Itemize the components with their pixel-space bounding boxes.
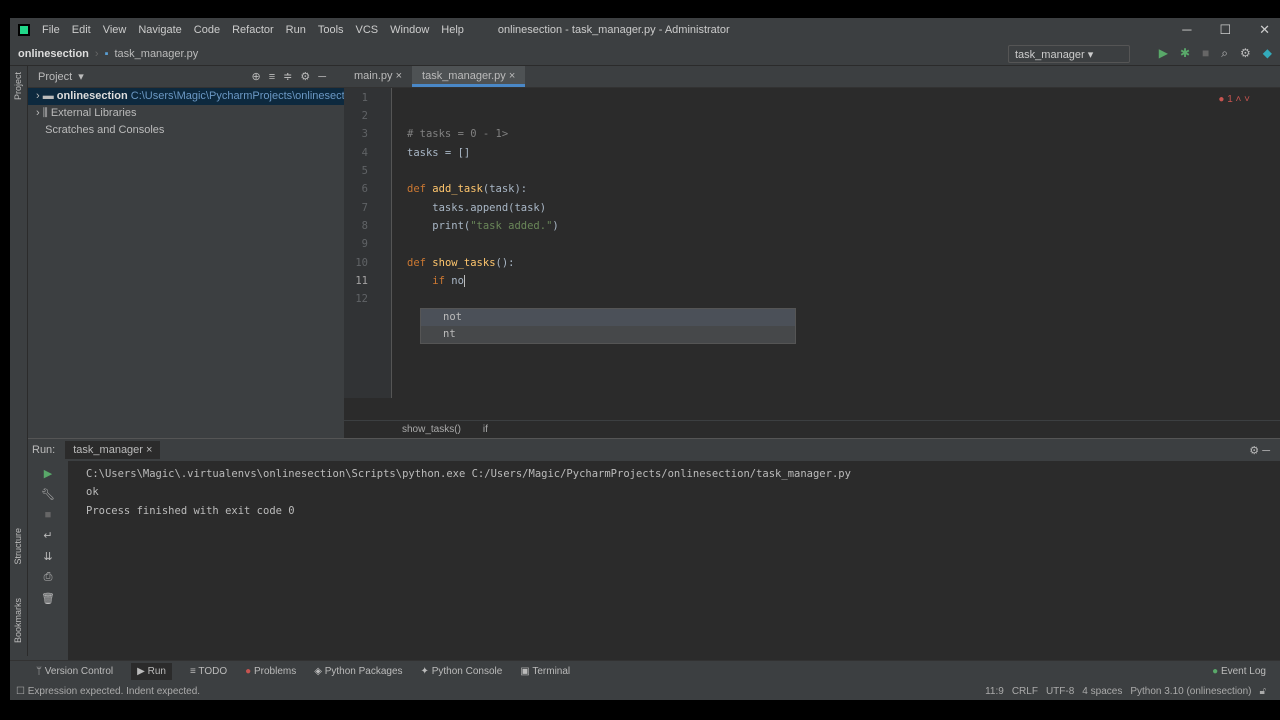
scroll-end-icon[interactable]: ⇊ xyxy=(43,550,52,563)
stop-icon[interactable]: ■ xyxy=(45,509,52,521)
tab-version-control[interactable]: ᛘ Version Control xyxy=(36,666,113,677)
editor: main.py × task_manager.py × 1 2 3 4 5 6 … xyxy=(344,66,1280,438)
pycharm-logo-icon xyxy=(18,24,30,36)
tab-problems[interactable]: ● Problems xyxy=(245,666,296,677)
code-line: if no xyxy=(407,275,465,287)
line-number: 1 xyxy=(361,92,368,104)
event-log-button[interactable]: ● Event Log xyxy=(1212,666,1266,677)
soft-wrap-icon[interactable]: ↵ xyxy=(43,529,52,542)
navigation-bar: onlinesection › ▪ task_manager.py task_ma… xyxy=(10,42,1280,66)
tab-main-py[interactable]: main.py × xyxy=(344,66,412,87)
maximize-icon[interactable]: ☐ xyxy=(1219,22,1231,38)
completion-item-nt[interactable]: nt xyxy=(421,326,795,343)
line-number: 3 xyxy=(361,128,368,140)
line-number: 2 xyxy=(361,110,368,122)
tree-item-external-libraries[interactable]: › ⫼ External Libraries xyxy=(28,105,344,122)
run-settings-icon[interactable]: ⚙ ─ xyxy=(1249,444,1270,457)
nav-file[interactable]: task_manager.py xyxy=(114,48,198,60)
run-label: Run: xyxy=(32,444,56,456)
menu-window[interactable]: Window xyxy=(390,24,429,36)
line-separator[interactable]: CRLF xyxy=(1012,686,1038,697)
breadcrumb-if[interactable]: if xyxy=(483,424,488,435)
ide-window: File Edit View Navigate Code Refactor Ru… xyxy=(10,18,1280,700)
gear-icon[interactable]: ⚙ xyxy=(1240,46,1251,61)
caret-position[interactable]: 11:9 xyxy=(985,686,1004,697)
tab-terminal[interactable]: ▣ Terminal xyxy=(520,666,570,677)
menu-tools[interactable]: Tools xyxy=(318,24,344,36)
tab-run[interactable]: ▶ Run xyxy=(131,663,172,680)
project-title[interactable]: Project xyxy=(38,71,72,83)
menu-navigate[interactable]: Navigate xyxy=(138,24,181,36)
left-tool-strip: Project Structure Bookmarks xyxy=(10,66,28,656)
tab-todo[interactable]: ≡ TODO xyxy=(190,666,227,677)
line-number: 5 xyxy=(361,165,368,177)
menu-file[interactable]: File xyxy=(42,24,60,36)
rerun-icon[interactable]: ▶ xyxy=(44,467,52,480)
run-panel: Run: task_manager × ⚙ ─ ▶ 🔧︎ ■ ↵ ⇊ ⎙ 🗑︎ … xyxy=(28,438,1280,661)
run-toolbar: ▶ 🔧︎ ■ ↵ ⇊ ⎙ 🗑︎ xyxy=(28,461,68,661)
tab-python-console[interactable]: ✦ Python Console xyxy=(421,666,503,677)
minimize-icon[interactable]: ─ xyxy=(1182,22,1191,38)
run-config-select[interactable]: task_manager ▾ xyxy=(1008,45,1130,63)
line-number: 6 xyxy=(361,183,368,195)
completion-popup: not nt xyxy=(420,308,796,344)
menu-bar: File Edit View Navigate Code Refactor Ru… xyxy=(10,18,1280,42)
tab-task-manager-py[interactable]: task_manager.py × xyxy=(412,66,526,87)
bookmarks-tool-tab[interactable]: Bookmarks xyxy=(13,598,23,643)
tree-item-onlinesection[interactable]: › ▬ onlinesection C:\Users\Magic\Pycharm… xyxy=(28,88,359,105)
menu-code[interactable]: Code xyxy=(194,24,220,36)
indent-setting[interactable]: 4 spaces xyxy=(1082,686,1122,697)
menu-run[interactable]: Run xyxy=(286,24,306,36)
window-title: onlinesection - task_manager.py - Admini… xyxy=(497,24,730,36)
project-panel: Project ▾ ⊕≡≑⚙─ › ▬ onlinesection C:\User… xyxy=(28,66,359,438)
wrench-icon[interactable]: 🔧︎ xyxy=(41,488,55,501)
line-number: 7 xyxy=(361,202,368,214)
error-indicator[interactable]: ● 1 ˄ ˅ xyxy=(1218,94,1250,105)
code-line: print("task added.") xyxy=(407,220,559,232)
project-toolbar-icons[interactable]: ⊕≡≑⚙─ xyxy=(251,70,334,83)
file-encoding[interactable]: UTF-8 xyxy=(1046,686,1074,697)
completion-item-not[interactable]: not xyxy=(421,309,795,326)
tree-item-scratches[interactable]: Scratches and Consoles xyxy=(28,122,344,139)
close-icon[interactable]: ✕ xyxy=(1259,22,1270,38)
status-message: ☐ Expression expected. Indent expected. xyxy=(16,685,201,697)
code-line: def add_task(task): xyxy=(407,183,528,195)
code-line: tasks.append(task) xyxy=(407,202,547,214)
line-number: 8 xyxy=(361,220,368,232)
bottom-tool-tabs: ᛘ Version Control ▶ Run ≡ TODO ● Problem… xyxy=(10,660,1280,682)
console-output[interactable]: C:\Users\Magic\.virtualenvs\onlinesectio… xyxy=(86,465,851,520)
code-line: tasks = [] xyxy=(407,147,471,159)
menu-view[interactable]: View xyxy=(103,24,127,36)
structure-tool-tab[interactable]: Structure xyxy=(13,528,23,565)
line-number: 11 xyxy=(355,275,368,287)
line-number: 12 xyxy=(355,293,368,305)
trash-icon[interactable]: 🗑︎ xyxy=(41,592,55,605)
run-icon[interactable]: ▶ xyxy=(1159,46,1168,61)
code-line: def show_tasks(): xyxy=(407,257,515,269)
lock-icon[interactable]: 🔓︎ xyxy=(1260,686,1266,697)
project-tool-tab[interactable]: Project xyxy=(13,72,23,100)
editor-breadcrumb: show_tasks() if xyxy=(344,420,1280,438)
breadcrumb-function[interactable]: show_tasks() xyxy=(402,424,461,435)
search-icon[interactable]: ⌕ xyxy=(1221,46,1228,61)
python-file-icon: ▪ xyxy=(104,47,109,60)
stop-icon[interactable]: ■ xyxy=(1202,46,1209,61)
tab-python-packages[interactable]: ◈ Python Packages xyxy=(314,666,402,677)
jetbrains-icon[interactable]: ◆ xyxy=(1263,46,1272,61)
menu-help[interactable]: Help xyxy=(441,24,464,36)
code-line: # tasks = 0 - 1> xyxy=(407,128,509,140)
menu-vcs[interactable]: VCS xyxy=(356,24,379,36)
nav-project[interactable]: onlinesection xyxy=(18,48,89,60)
line-gutter: 1 2 3 4 5 6 7 8 9 10 11 12 xyxy=(344,88,392,398)
line-number: 10 xyxy=(355,257,368,269)
run-tab[interactable]: task_manager × xyxy=(65,441,161,459)
python-interpreter[interactable]: Python 3.10 (onlinesection) xyxy=(1130,686,1251,697)
status-bar: ☐ Expression expected. Indent expected. … xyxy=(10,682,1280,700)
menu-edit[interactable]: Edit xyxy=(72,24,91,36)
menu-refactor[interactable]: Refactor xyxy=(232,24,274,36)
line-number: 9 xyxy=(361,238,368,250)
debug-icon[interactable]: ✱ xyxy=(1180,46,1190,61)
line-number: 4 xyxy=(361,147,368,159)
print-icon[interactable]: ⎙ xyxy=(44,571,53,584)
